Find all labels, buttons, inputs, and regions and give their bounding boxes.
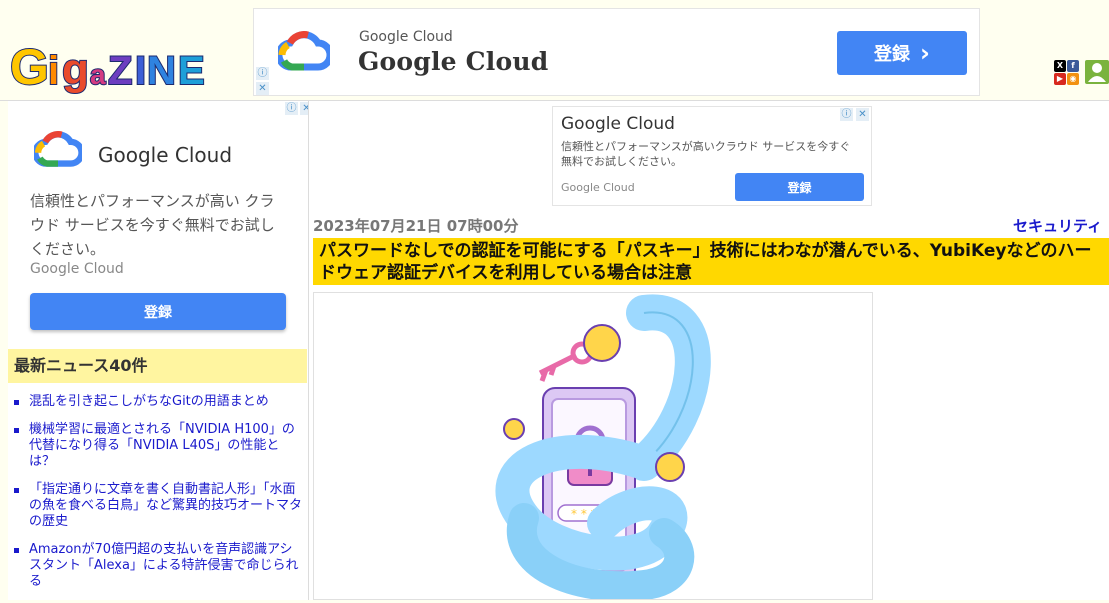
ad-brand: Google Cloud [561, 181, 635, 194]
x-icon[interactable]: X [1054, 60, 1066, 72]
news-list-item[interactable]: 「指定通りに文章を書く自動書記人形」「水面の魚を食べる白鳥」など驚異的技巧オート… [14, 482, 304, 530]
adchoices-icon[interactable]: ⓘ [256, 67, 269, 80]
youtube-icon[interactable]: ▶ [1054, 73, 1066, 85]
bullet-icon [14, 548, 19, 553]
bullet-icon [14, 400, 19, 405]
svg-text:g: g [62, 45, 89, 94]
news-list-item[interactable]: 混乱を引き起こしがちなGitの用語まとめ [14, 394, 304, 410]
news-link[interactable]: 混乱を引き起こしがちなGitの用語まとめ [29, 394, 304, 410]
news-link[interactable]: 「指定通りに文章を書く自動書記人形」「水面の魚を食べる白鳥」など驚異的技巧オート… [29, 482, 304, 530]
ad-sponsor-label: Google Cloud [359, 29, 453, 45]
register-label: 登録 [874, 44, 911, 65]
svg-text:a: a [90, 59, 106, 90]
news-link[interactable]: Amazonが70億円超の支払いを音声認識アシスタント「Alexa」による特許侵… [29, 542, 304, 590]
ad-headline[interactable]: Google Cloud [358, 47, 548, 76]
facebook-icon[interactable]: f [1067, 60, 1079, 72]
top-banner-ad[interactable]: Google Cloud Google Cloud 登録 › [253, 8, 980, 96]
article-headline: パスワードなしでの認証を可能にする「パスキー」技術にはわなが潜んでいる、Yubi… [313, 238, 1109, 285]
adchoices-icon[interactable]: ⓘ [285, 102, 298, 115]
latest-news-header: 最新ニュース40件 [8, 349, 307, 383]
chevron-right-icon: › [920, 39, 930, 67]
google-cloud-icon [32, 131, 85, 173]
svg-text:i: i [48, 49, 59, 93]
bullet-icon [14, 488, 19, 493]
ad-brand: Google Cloud [30, 261, 124, 277]
news-list-item[interactable]: 機械学習に最適とされる「NVIDIA H100」の代替になり得る「NVIDIA … [14, 422, 304, 470]
svg-text:E: E [178, 49, 205, 93]
rss-icon[interactable]: ◉ [1067, 73, 1079, 85]
svg-text:G: G [10, 39, 49, 94]
article-category-link[interactable]: セキュリティ [1013, 215, 1102, 236]
ad-title[interactable]: Google Cloud [561, 114, 675, 134]
svg-text:N: N [147, 49, 176, 93]
bullet-icon [14, 428, 19, 433]
svg-text:Z: Z [108, 49, 132, 93]
svg-text:I: I [135, 49, 146, 93]
register-button[interactable]: 登録 › [837, 31, 967, 75]
register-button[interactable]: 登録 [735, 173, 864, 201]
ad-description: 信頼性とパフォーマンスが高い クラウド サービスを今すぐ無料でお試しください。 [30, 192, 275, 258]
article-top-ad[interactable]: Google Cloud 信頼性とパフォーマンスが高いクラウド サービスを今すぐ… [552, 106, 872, 206]
adchoices-icon[interactable]: ⓘ [840, 108, 853, 121]
ad-title[interactable]: Google Cloud [98, 143, 232, 167]
article-hero-image: * * * [313, 292, 873, 602]
gigazine-logo[interactable]: G i g a Z I N E [9, 30, 215, 96]
user-icon[interactable] [1085, 60, 1109, 84]
ad-description: 信頼性とパフォーマンスが高いクラウド サービスを今すぐ無料でお試しください。 [561, 140, 851, 168]
ad-close-icon[interactable]: ✕ [256, 82, 269, 95]
register-button[interactable]: 登録 [30, 293, 286, 330]
news-list-item[interactable]: Amazonが70億円超の支払いを音声認識アシスタント「Alexa」による特許侵… [14, 542, 304, 590]
ad-close-icon[interactable]: ✕ [856, 108, 869, 121]
article-date: 2023年07月21日 07時00分 [313, 217, 519, 235]
google-cloud-icon [275, 31, 334, 77]
news-link[interactable]: 機械学習に最適とされる「NVIDIA H100」の代替になり得る「NVIDIA … [29, 422, 304, 470]
